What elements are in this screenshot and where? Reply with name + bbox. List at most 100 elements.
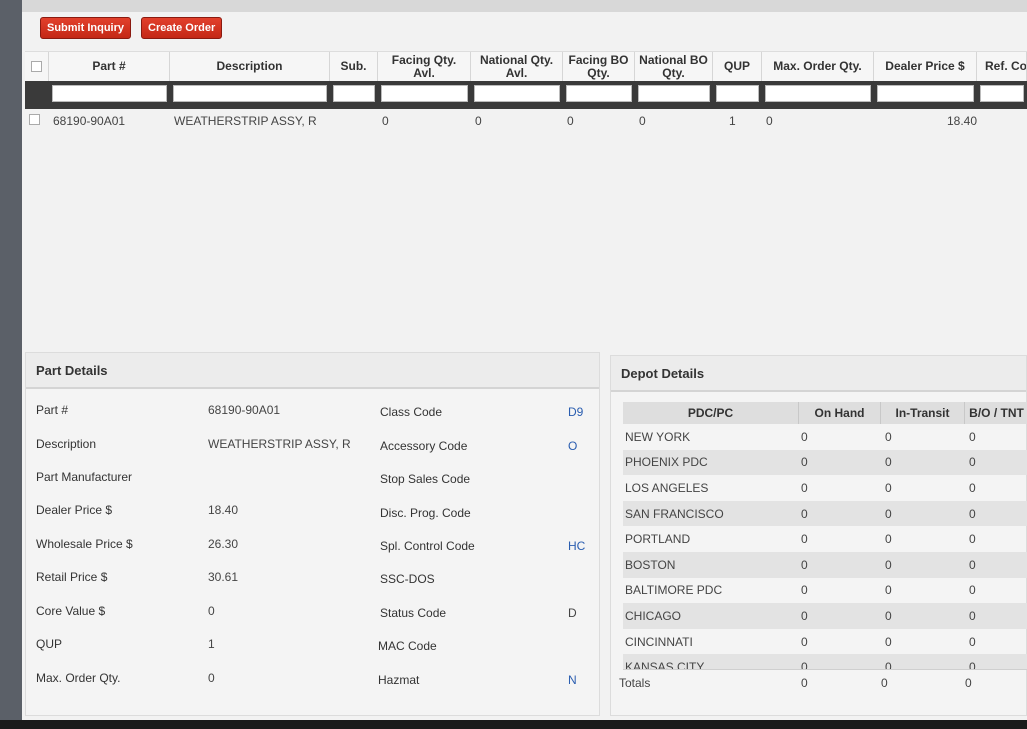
col-bo-tnt[interactable]: B/O / TNT <box>965 402 1027 424</box>
col-pdc-pc[interactable]: PDC/PC <box>623 402 799 424</box>
label-ssc-dos: SSC-DOS <box>380 572 435 586</box>
totals-label: Totals <box>619 675 651 690</box>
label-hazmat: Hazmat <box>378 673 420 687</box>
col-in-transit[interactable]: In-Transit <box>881 402 965 424</box>
filter-facing-bo[interactable] <box>566 85 632 102</box>
depot-on-hand: 0 <box>801 455 808 470</box>
filter-part-number[interactable] <box>52 85 167 102</box>
depot-details-title: Depot Details <box>611 356 1026 392</box>
filter-facing-qty[interactable] <box>381 85 468 102</box>
depot-name: SAN FRANCISCO <box>625 506 724 521</box>
filter-ref-code[interactable] <box>980 85 1024 102</box>
create-order-button[interactable]: Create Order <box>141 17 223 39</box>
table-row[interactable]: LOS ANGELES 0 0 0 <box>623 475 1027 501</box>
depot-on-hand: 0 <box>801 557 808 572</box>
depot-in-transit: 0 <box>885 455 892 470</box>
filter-national-bo[interactable] <box>638 85 710 102</box>
cell-national-bo: 0 <box>639 114 646 128</box>
label-retail-price: Retail Price $ <box>36 570 108 584</box>
part-number-link[interactable]: 68190-90A01 <box>49 114 170 128</box>
value-class-code: D9 <box>568 405 584 419</box>
table-row[interactable]: CHICAGO 0 0 0 <box>623 603 1027 629</box>
label-stop-sales-code: Stop Sales Code <box>380 472 471 486</box>
col-sub[interactable]: Sub. <box>330 52 378 81</box>
col-national-bo[interactable]: National BO Qty. <box>635 52 713 81</box>
filter-qup[interactable] <box>716 85 759 102</box>
table-row[interactable]: 68190-90A01 WEATHERSTRIP ASSY, R 0 0 0 0… <box>25 109 1027 133</box>
depot-table-body: NEW YORK 0 0 0 PHOENIX PDC 0 0 0 LOS ANG… <box>623 424 1027 669</box>
depot-totals-row: Totals 0 0 0 <box>619 669 1027 695</box>
select-all-checkbox[interactable] <box>31 61 42 72</box>
filter-dealer-price[interactable] <box>877 85 974 102</box>
value-part-number: 68190-90A01 <box>208 403 281 417</box>
depot-table-header: PDC/PC On Hand In-Transit B/O / TNT <box>623 402 1027 424</box>
label-mac-code: MAC Code <box>378 639 437 653</box>
depot-in-transit: 0 <box>885 506 892 521</box>
filter-max-order[interactable] <box>765 85 871 102</box>
depot-in-transit: 0 <box>885 634 892 649</box>
depot-on-hand: 0 <box>801 583 808 598</box>
depot-in-transit: 0 <box>885 557 892 572</box>
totals-bo: 0 <box>965 675 972 690</box>
label-wholesale-price: Wholesale Price $ <box>36 537 133 551</box>
table-row[interactable]: BALTIMORE PDC 0 0 0 <box>623 578 1027 604</box>
cell-qup: 1 <box>729 114 736 128</box>
table-row[interactable]: NEW YORK 0 0 0 <box>623 424 1027 450</box>
cell-dealer-price: 18.40 <box>946 114 977 128</box>
value-hazmat: N <box>568 673 577 687</box>
depot-in-transit: 0 <box>885 429 892 444</box>
col-on-hand[interactable]: On Hand <box>799 402 881 424</box>
label-qup: QUP <box>36 637 63 651</box>
table-row[interactable]: PORTLAND 0 0 0 <box>623 526 1027 552</box>
col-description[interactable]: Description <box>170 52 330 81</box>
value-retail-price: 30.61 <box>208 570 239 584</box>
depot-bo: 0 <box>969 608 976 623</box>
table-row[interactable]: CINCINNATI 0 0 0 <box>623 629 1027 655</box>
label-status-code: Status Code <box>380 606 447 620</box>
depot-name: BOSTON <box>625 557 676 572</box>
depot-name: PORTLAND <box>625 532 691 547</box>
col-qup[interactable]: QUP <box>713 52 762 81</box>
label-description: Description <box>36 437 97 451</box>
depot-name: KANSAS CITY <box>625 660 705 669</box>
col-part-number[interactable]: Part # <box>49 52 170 81</box>
depot-details-panel: Depot Details PDC/PC On Hand In-Transit … <box>610 355 1027 716</box>
table-row[interactable]: SAN FRANCISCO 0 0 0 <box>623 500 1027 527</box>
submit-inquiry-button[interactable]: Submit Inquiry <box>40 17 131 39</box>
filter-description[interactable] <box>173 85 327 102</box>
depot-on-hand: 0 <box>801 506 808 521</box>
row-checkbox[interactable] <box>29 114 40 125</box>
label-disc-prog-code: Disc. Prog. Code <box>380 506 471 520</box>
value-status-code: D <box>568 606 577 620</box>
col-facing-qty[interactable]: Facing Qty. Avl. <box>378 52 471 81</box>
depot-on-hand: 0 <box>801 480 808 495</box>
label-part-manufacturer: Part Manufacturer <box>36 470 133 484</box>
col-dealer-price[interactable]: Dealer Price $ <box>874 52 977 81</box>
label-core-value: Core Value $ <box>36 604 106 618</box>
col-max-order[interactable]: Max. Order Qty. <box>762 52 874 81</box>
depot-bo: 0 <box>969 506 976 521</box>
depot-on-hand: 0 <box>801 429 808 444</box>
part-details-title: Part Details <box>26 353 599 389</box>
depot-bo: 0 <box>969 634 976 649</box>
depot-name: LOS ANGELES <box>625 480 709 495</box>
depot-name: CINCINNATI <box>625 634 693 649</box>
col-facing-bo[interactable]: Facing BO Qty. <box>563 52 635 81</box>
toolbar: Submit Inquiry Create Order <box>40 17 223 39</box>
depot-in-transit: 0 <box>885 480 892 495</box>
filter-row <box>25 81 1027 109</box>
depot-bo: 0 <box>969 480 976 495</box>
table-row[interactable]: KANSAS CITY 0 0 0 <box>623 654 1027 669</box>
table-row[interactable]: PHOENIX PDC 0 0 0 <box>623 449 1027 476</box>
col-ref-code[interactable]: Ref. Co <box>977 52 1027 81</box>
col-national-qty[interactable]: National Qty. Avl. <box>471 52 563 81</box>
filter-national-qty[interactable] <box>474 85 560 102</box>
value-wholesale-price: 26.30 <box>208 537 239 551</box>
table-row[interactable]: BOSTON 0 0 0 <box>623 551 1027 578</box>
filter-sub[interactable] <box>333 85 375 102</box>
cell-national-qty: 0 <box>475 114 482 128</box>
taskbar <box>0 720 1027 729</box>
grid-header: Part # Description Sub. Facing Qty. Avl.… <box>25 51 1027 81</box>
totals-on-hand: 0 <box>801 675 808 690</box>
cell-facing-qty: 0 <box>382 114 389 128</box>
